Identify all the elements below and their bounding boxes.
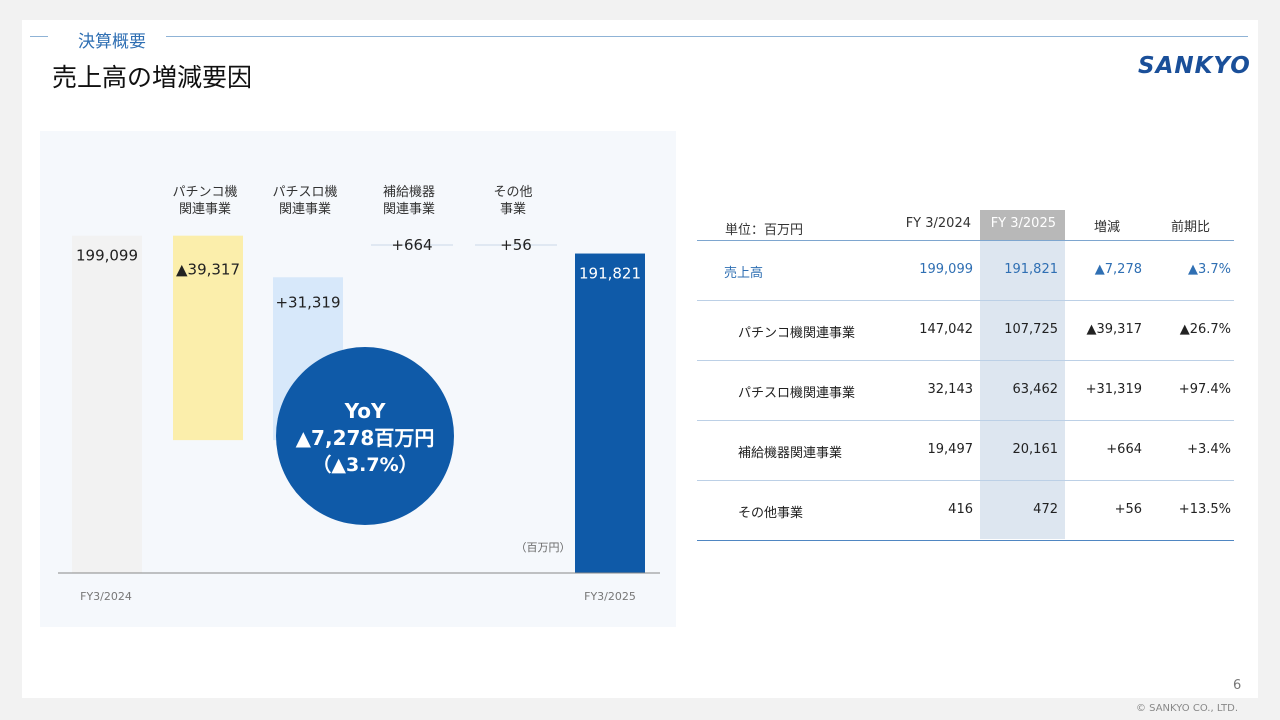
data-label-other: +56	[500, 236, 532, 254]
row-name: パチンコ機関連事業	[738, 326, 856, 341]
bar-fy2025	[575, 253, 645, 573]
row-diff: +56	[1114, 502, 1142, 517]
category-label-other: その他 事業	[493, 185, 533, 217]
section-label: 決算概要	[78, 32, 146, 52]
unit-label: （百万円）	[516, 541, 571, 554]
row-fy2025: 191,821	[1004, 262, 1058, 277]
row-name: 補給機器関連事業	[738, 446, 843, 461]
copyright: © SANKYO CO., LTD.	[1136, 703, 1239, 714]
fy2025-header: FY 3/2025	[990, 216, 1056, 231]
sankyo-logo: SANKYO	[1138, 53, 1251, 79]
row-ratio: ▲26.7%	[1179, 322, 1231, 337]
row-name: 売上高	[724, 266, 764, 281]
diff-header: 増減	[1094, 220, 1121, 235]
bar-fy2024	[72, 235, 142, 573]
category-label-supply: 補給機器 関連事業	[382, 185, 435, 217]
row-ratio: +13.5%	[1178, 502, 1231, 517]
table-row: 補給機器関連事業 19,497 20,161 +664 +3.4%	[697, 420, 1234, 481]
row-fy2024: 147,042	[919, 322, 973, 337]
category-label-pachinko: パチンコ機 関連事業	[172, 185, 238, 217]
row-fy2024: 416	[948, 502, 973, 517]
data-label-fy2025: 191,821	[579, 265, 641, 283]
page-title: 売上高の増減要因	[52, 63, 253, 92]
waterfall-chart: 199,099 ▲39,317 +31,319 +664 +56 191,821 FY3/2…	[58, 235, 660, 603]
table-header-row: 単位：百万円 FY 3/2024 FY 3/2025 増減 前期比	[697, 210, 1234, 241]
row-name: その他事業	[738, 506, 804, 521]
row-diff: +31,319	[1085, 382, 1142, 397]
data-label-pachinko: ▲39,317	[176, 261, 240, 279]
fy2024-header: FY 3/2024	[905, 216, 971, 231]
x-tick-fy2025: FY3/2025	[584, 590, 636, 603]
yoy-callout-title: YoY	[344, 399, 386, 423]
row-fy2025: 107,725	[1004, 322, 1058, 337]
table-row: パチンコ機関連事業 147,042 107,725 ▲39,317 ▲26.7%	[697, 300, 1234, 361]
ratio-header: 前期比	[1171, 220, 1211, 235]
page-number: 6	[1233, 678, 1242, 693]
x-tick-fy2024: FY3/2024	[80, 590, 132, 603]
row-name: パチスロ機関連事業	[738, 386, 856, 401]
row-diff: ▲39,317	[1086, 322, 1143, 337]
table-row: 売上高 199,099 191,821 ▲7,278 ▲3.7%	[697, 240, 1234, 301]
unit-header: 単位：百万円	[725, 223, 804, 238]
row-ratio: ▲3.7%	[1187, 262, 1231, 277]
table-row: その他事業 416 472 +56 +13.5%	[697, 480, 1234, 541]
row-fy2024: 199,099	[919, 262, 973, 277]
row-fy2025: 20,161	[1012, 442, 1059, 457]
yoy-callout-amount: ▲7,278百万円	[296, 426, 435, 450]
row-diff: +664	[1106, 442, 1142, 457]
data-label-fy2024: 199,099	[76, 247, 138, 265]
row-fy2024: 32,143	[927, 382, 974, 397]
yoy-callout-percent: （▲3.7%）	[312, 453, 417, 476]
row-ratio: +97.4%	[1178, 382, 1231, 397]
category-label-pachislot: パチスロ機 関連事業	[272, 185, 338, 217]
row-fy2025: 472	[1033, 502, 1058, 517]
header-rule	[166, 36, 1248, 37]
data-label-supply: +664	[391, 236, 432, 254]
row-fy2025: 63,462	[1012, 382, 1059, 397]
data-label-pachislot: +31,319	[275, 293, 340, 311]
header-dash	[30, 36, 48, 37]
row-fy2024: 19,497	[927, 442, 974, 457]
row-ratio: +3.4%	[1187, 442, 1231, 457]
row-diff: ▲7,278	[1094, 262, 1142, 277]
table-row: パチスロ機関連事業 32,143 63,462 +31,319 +97.4%	[697, 360, 1234, 421]
